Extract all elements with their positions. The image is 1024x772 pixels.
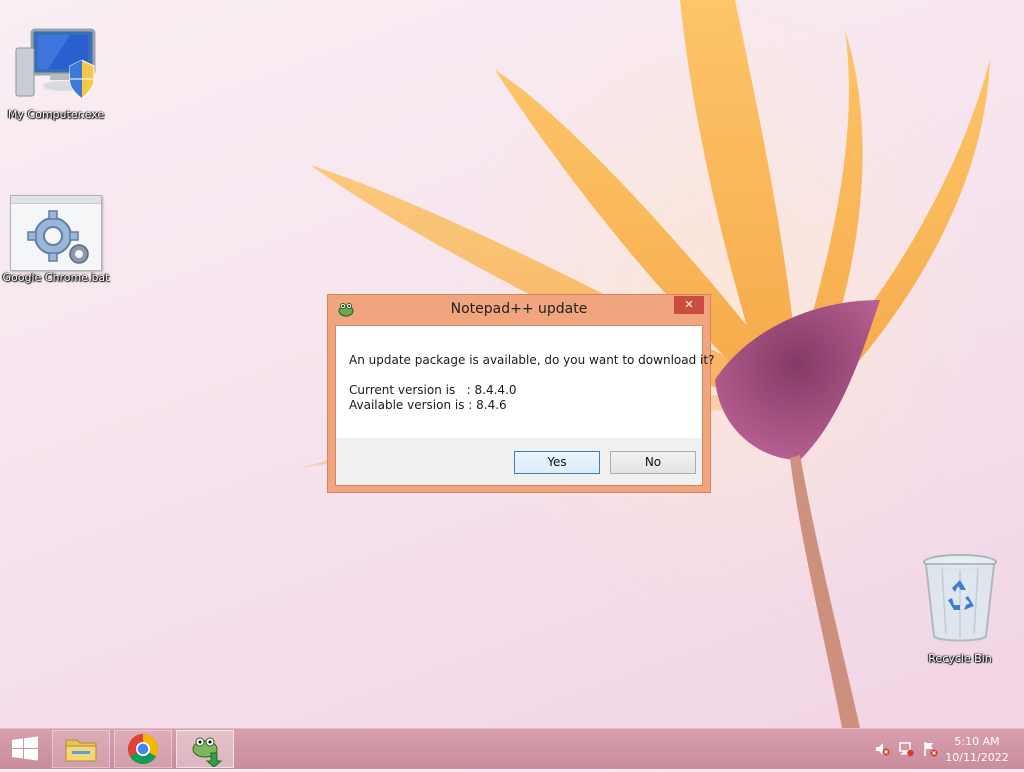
chrome-icon <box>127 734 159 765</box>
notepad-update-dialog: Notepad++ update ✕ An update package is … <box>327 294 714 493</box>
dialog-content: An update package is available, do you w… <box>336 326 714 438</box>
notepad-plus-plus-update-icon <box>192 737 223 768</box>
desktop-icon-my-computer[interactable]: My Computer.exe <box>4 26 108 121</box>
network-icon[interactable] <box>898 741 914 757</box>
start-button[interactable] <box>0 730 50 768</box>
dialog-titlebar[interactable]: Notepad++ update ✕ <box>328 295 710 324</box>
desktop-icon-label: Recycle Bin <box>928 652 992 665</box>
desktop-icon-recycle-bin[interactable]: Recycle Bin <box>920 552 1000 665</box>
taskbar-notepad-plus-plus[interactable] <box>176 730 234 768</box>
recycle-bin-icon <box>923 554 997 642</box>
taskbar: 5:10 AM 10/11/2022 <box>0 728 1024 769</box>
dialog-message: An update package is available, do you w… <box>349 353 715 367</box>
gear-file-icon <box>10 195 102 271</box>
desktop-icon-label: Google Chrome.bat <box>2 271 110 284</box>
available-version-text: Available version is : 8.4.6 <box>349 398 507 412</box>
desktop-icon-label: My Computer.exe <box>7 108 105 121</box>
desktop-icon-google-chrome-bat[interactable]: Google Chrome.bat <box>0 195 112 284</box>
dialog-button-bar: Yes No <box>336 438 702 485</box>
volume-muted-icon[interactable] <box>874 741 890 757</box>
no-button[interactable]: No <box>610 451 696 474</box>
close-icon: ✕ <box>684 298 694 311</box>
clock-time[interactable]: 5:10 AM <box>937 735 1017 748</box>
clock-date[interactable]: 10/11/2022 <box>937 751 1017 764</box>
dialog-title: Notepad++ update <box>450 301 588 317</box>
taskbar-google-chrome[interactable] <box>114 730 172 768</box>
windows-logo-icon <box>12 736 38 761</box>
folder-icon <box>65 739 97 762</box>
close-button[interactable]: ✕ <box>674 296 704 314</box>
current-version-text: Current version is : 8.4.4.0 <box>349 383 517 397</box>
action-center-flag-icon[interactable] <box>922 741 938 757</box>
yes-button[interactable]: Yes <box>514 451 600 474</box>
dialog-body: An update package is available, do you w… <box>335 325 714 486</box>
computer-shield-icon <box>15 28 96 99</box>
taskbar-file-explorer[interactable] <box>52 730 110 768</box>
